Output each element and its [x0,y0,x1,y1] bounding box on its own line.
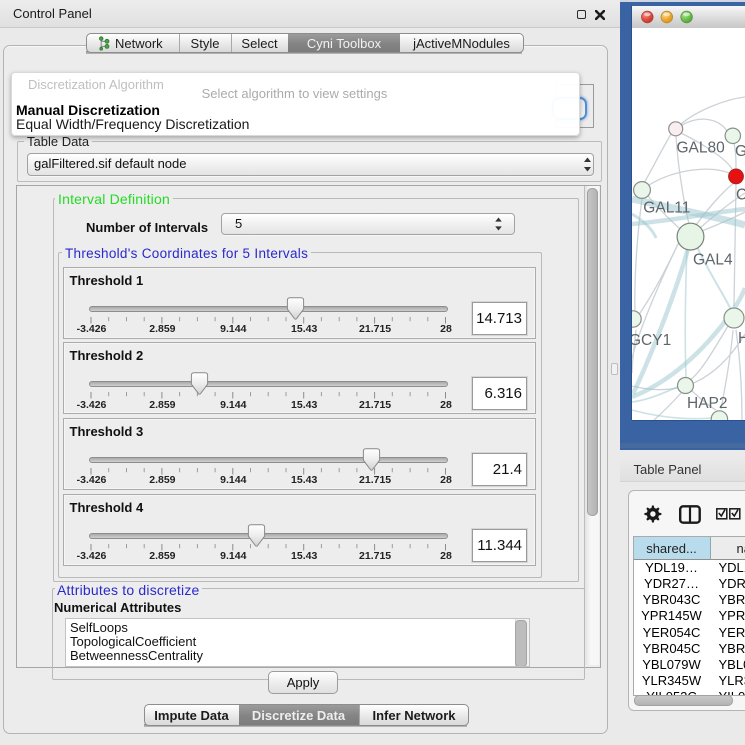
svg-text:GA: GA [735,143,745,160]
svg-text:H: H [738,330,745,347]
svg-text:GAL11: GAL11 [643,200,690,217]
svg-text:GAL4: GAL4 [693,252,733,269]
svg-text:C: C [736,187,745,204]
svg-text:HAP2: HAP2 [687,395,728,412]
svg-text:GCY1: GCY1 [632,332,671,349]
svg-text:GAL80: GAL80 [677,140,726,157]
